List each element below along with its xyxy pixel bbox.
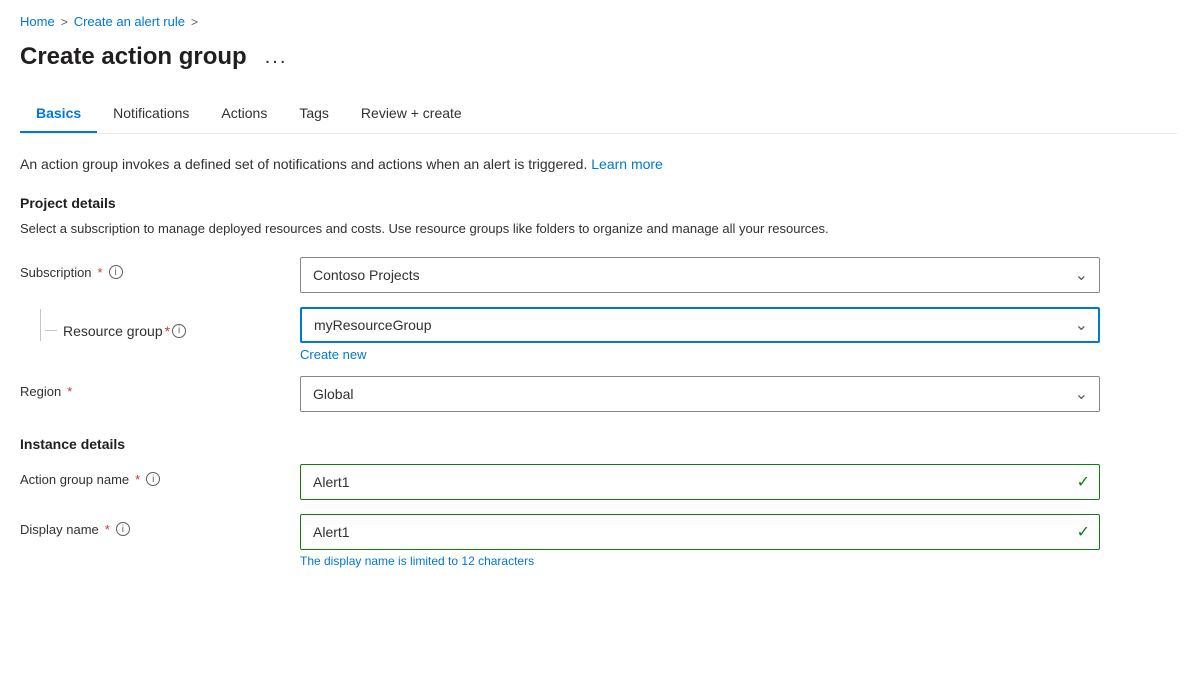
region-label-text: Region [20, 384, 61, 399]
subscription-label-text: Subscription [20, 265, 92, 280]
display-name-label-text: Display name [20, 522, 99, 537]
tabs-bar: Basics Notifications Actions Tags Review… [20, 95, 1177, 134]
region-select-wrapper: Global [300, 376, 1100, 412]
page-title: Create action group [20, 43, 247, 71]
resource-group-label-area: Resource group * i [41, 315, 186, 339]
instance-details-section: Instance details Action group name * i ✓… [20, 436, 1120, 568]
intro-text: An action group invokes a defined set of… [20, 154, 1120, 175]
region-control: Global [300, 376, 1100, 412]
resource-group-control: myResourceGroup Create new [300, 307, 1100, 362]
display-name-info-icon[interactable]: i [116, 522, 130, 536]
display-name-required: * [105, 522, 110, 537]
action-group-name-control: ✓ [300, 464, 1100, 500]
subscription-row: Subscription * i Contoso Projects [20, 257, 1120, 293]
action-group-name-valid-icon: ✓ [1077, 472, 1090, 492]
instance-details-title: Instance details [20, 436, 1120, 452]
tab-basics[interactable]: Basics [20, 95, 97, 133]
resource-group-label-text: Resource group [63, 323, 163, 339]
tab-notifications[interactable]: Notifications [97, 95, 205, 133]
action-group-name-required: * [135, 472, 140, 487]
resource-group-row: Resource group * i myResourceGroup Creat… [20, 307, 1120, 362]
action-group-name-info-icon[interactable]: i [146, 472, 160, 486]
main-content: An action group invokes a defined set of… [20, 154, 1120, 568]
action-group-name-input-wrapper: ✓ [300, 464, 1100, 500]
region-required: * [67, 384, 72, 399]
resource-group-indent: Resource group * i [20, 307, 300, 341]
subscription-control: Contoso Projects [300, 257, 1100, 293]
subscription-select-wrapper: Contoso Projects [300, 257, 1100, 293]
project-details-title: Project details [20, 195, 1120, 211]
resource-group-required: * [165, 323, 170, 339]
region-select[interactable]: Global [300, 376, 1100, 412]
learn-more-link[interactable]: Learn more [591, 156, 663, 172]
tab-tags[interactable]: Tags [283, 95, 345, 133]
project-details-desc: Select a subscription to manage deployed… [20, 219, 1120, 239]
resource-group-info-icon[interactable]: i [172, 324, 186, 338]
action-group-name-row: Action group name * i ✓ [20, 464, 1120, 500]
tab-actions[interactable]: Actions [205, 95, 283, 133]
breadcrumb-sep-1: > [61, 15, 68, 29]
display-name-control: ✓ The display name is limited to 12 char… [300, 514, 1100, 568]
action-group-name-label-text: Action group name [20, 472, 129, 487]
subscription-info-icon[interactable]: i [109, 265, 123, 279]
region-row: Region * Global [20, 376, 1120, 412]
resource-group-select-wrapper: myResourceGroup [300, 307, 1100, 343]
intro-text-static: An action group invokes a defined set of… [20, 156, 591, 172]
region-label: Region * [20, 376, 300, 399]
subscription-required: * [98, 265, 103, 280]
breadcrumb-home[interactable]: Home [20, 14, 55, 29]
tab-review-create[interactable]: Review + create [345, 95, 478, 133]
display-name-label: Display name * i [20, 514, 300, 537]
create-new-link[interactable]: Create new [300, 347, 1100, 362]
action-group-name-input[interactable] [300, 464, 1100, 500]
breadcrumb-sep-2: > [191, 15, 198, 29]
display-name-row: Display name * i ✓ The display name is l… [20, 514, 1120, 568]
resource-group-select[interactable]: myResourceGroup [300, 307, 1100, 343]
action-group-name-label: Action group name * i [20, 464, 300, 487]
subscription-select[interactable]: Contoso Projects [300, 257, 1100, 293]
subscription-label: Subscription * i [20, 257, 300, 280]
breadcrumb: Home > Create an alert rule > [20, 0, 1177, 37]
breadcrumb-alert-rule[interactable]: Create an alert rule [74, 14, 185, 29]
display-name-hint: The display name is limited to 12 charac… [300, 554, 1100, 568]
display-name-input[interactable] [300, 514, 1100, 550]
ellipsis-button[interactable]: ... [259, 44, 294, 71]
project-details-section: Project details Select a subscription to… [20, 195, 1120, 239]
display-name-input-wrapper: ✓ [300, 514, 1100, 550]
display-name-valid-icon: ✓ [1077, 522, 1090, 542]
page-title-row: Create action group ... [20, 37, 1177, 95]
